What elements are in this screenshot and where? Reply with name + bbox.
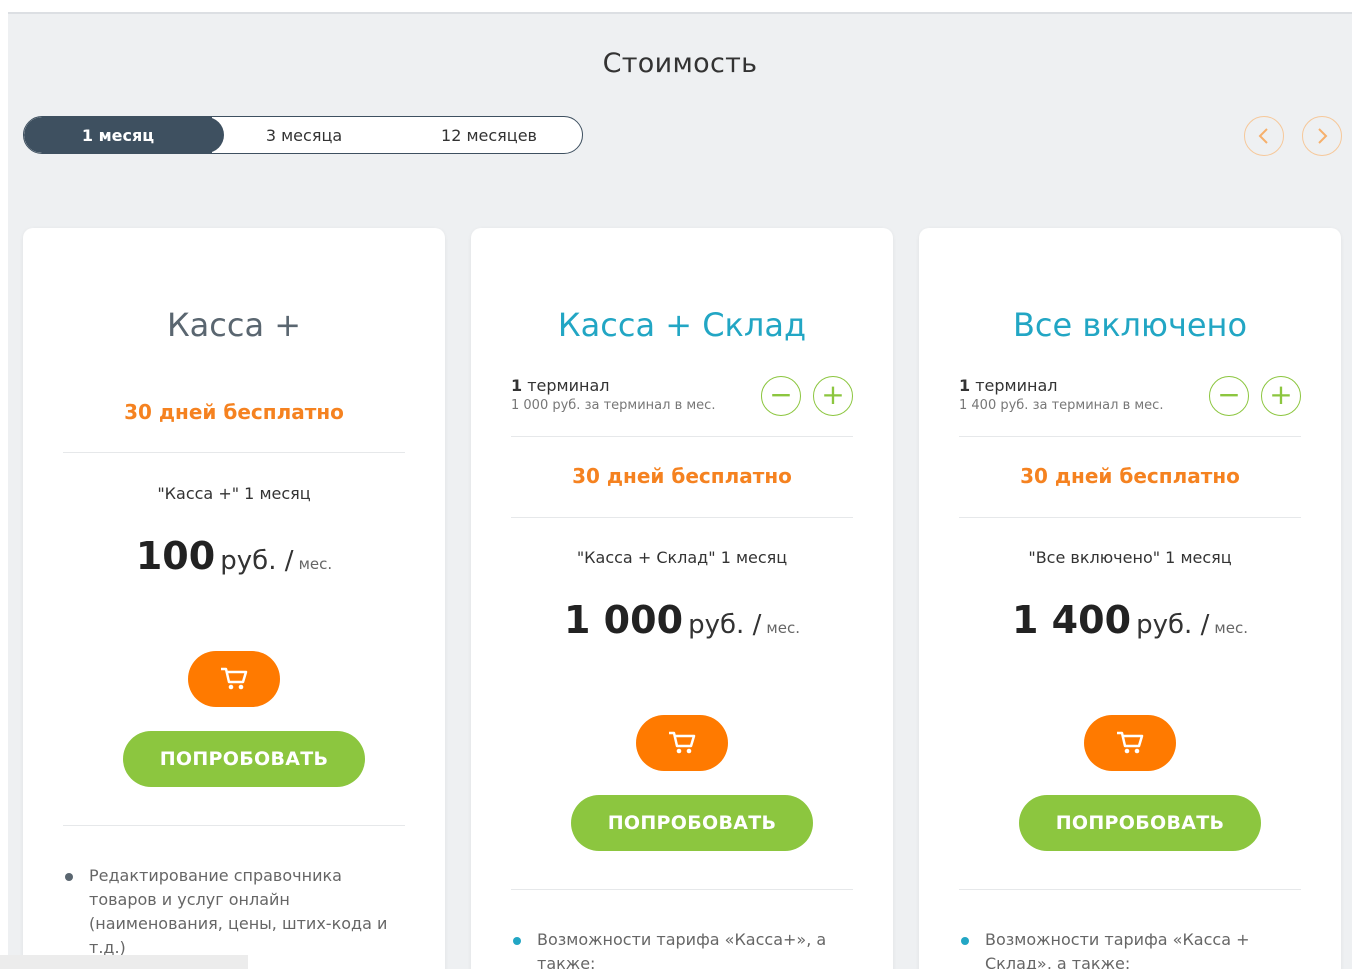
feature-text: Возможности тарифа «Касса+», а также: xyxy=(537,930,827,969)
terminal-selector: 1 терминал 1 400 руб. за терминал в мес.… xyxy=(959,374,1309,418)
plan-card-all-inclusive: Все включено 1 терминал 1 400 руб. за те… xyxy=(919,228,1341,969)
divider xyxy=(511,889,853,890)
bottom-strip xyxy=(0,955,248,969)
price-period: мес. xyxy=(1214,619,1248,637)
feature-text: Возможности тарифа «Касса + Склад», а та… xyxy=(985,930,1250,969)
price-amount: 1 000 xyxy=(564,598,684,642)
try-button[interactable]: ПОПРОБОВАТЬ xyxy=(1019,795,1261,851)
bullet-icon xyxy=(961,937,969,945)
cart-icon xyxy=(221,667,248,690)
try-button[interactable]: ПОПРОБОВАТЬ xyxy=(571,795,813,851)
price: 1 000 руб. / мес. xyxy=(471,598,893,642)
plan-title: Все включено xyxy=(1012,306,1248,344)
add-to-cart-button[interactable] xyxy=(636,715,728,771)
terminal-price: 1 400 руб. за терминал в мес. xyxy=(959,398,1164,413)
divider xyxy=(63,825,405,826)
bullet-icon xyxy=(513,937,521,945)
plan-title: Касса + Склад xyxy=(557,306,807,344)
increase-terminals-button[interactable]: + xyxy=(813,376,853,416)
free-trial-label: 30 дней бесплатно xyxy=(572,464,792,488)
price: 100 руб. / мес. xyxy=(23,534,445,578)
period-tab-label: 1 месяц xyxy=(81,125,155,145)
plan-title: Касса + xyxy=(166,306,302,344)
divider xyxy=(511,517,853,518)
next-button[interactable] xyxy=(1302,116,1342,156)
feature-item: Возможности тарифа «Касса + Склад», а та… xyxy=(959,928,1299,969)
decrease-terminals-button[interactable]: − xyxy=(761,376,801,416)
price-amount: 1 400 xyxy=(1012,598,1132,642)
price-currency: руб. / xyxy=(220,546,294,576)
price-amount: 100 xyxy=(135,534,216,578)
free-trial-label: 30 дней бесплатно xyxy=(124,400,344,424)
period-switcher: 1 месяц 3 месяца 12 месяцев xyxy=(23,116,583,154)
terminal-count: 1 терминал xyxy=(511,376,610,395)
free-trial-label: 30 дней бесплатно xyxy=(1020,464,1240,488)
terminal-selector: 1 терминал 1 000 руб. за терминал в мес.… xyxy=(511,374,861,418)
chevron-right-icon xyxy=(1318,128,1328,144)
plan-description: "Касса +" 1 месяц xyxy=(157,484,311,503)
price: 1 400 руб. / мес. xyxy=(919,598,1341,642)
plan-card-kassa: Касса + 30 дней бесплатно "Касса +" 1 ме… xyxy=(23,228,445,969)
cart-icon xyxy=(1117,731,1144,754)
price-currency: руб. / xyxy=(1136,610,1210,640)
plan-description: "Все включено" 1 месяц xyxy=(1028,548,1232,567)
add-to-cart-button[interactable] xyxy=(1084,715,1176,771)
add-to-cart-button[interactable] xyxy=(188,651,280,707)
divider xyxy=(511,436,853,437)
page-title: Стоимость xyxy=(602,48,758,79)
plan-card-kassa-sklad: Касса + Склад 1 терминал 1 000 руб. за т… xyxy=(471,228,893,969)
price-currency: руб. / xyxy=(688,610,762,640)
price-period: мес. xyxy=(766,619,800,637)
plan-description: "Касса + Склад" 1 месяц xyxy=(576,548,788,567)
terminal-count: 1 терминал xyxy=(959,376,1058,395)
period-tab-12-months[interactable]: 12 месяцев xyxy=(409,117,569,153)
feature-item: Возможности тарифа «Касса+», а также: xyxy=(511,928,851,969)
feature-item: Редактирование справочника товаров и усл… xyxy=(63,864,403,960)
decrease-terminals-button[interactable]: − xyxy=(1209,376,1249,416)
feature-text: Редактирование справочника товаров и усл… xyxy=(89,866,388,957)
price-period: мес. xyxy=(298,555,333,573)
prev-button[interactable] xyxy=(1244,116,1284,156)
pricing-section: Стоимость 1 месяц 3 месяца 12 месяцев Ка… xyxy=(8,12,1352,969)
try-button[interactable]: ПОПРОБОВАТЬ xyxy=(123,731,365,787)
divider xyxy=(959,436,1301,437)
bullet-icon xyxy=(65,873,73,881)
divider xyxy=(959,517,1301,518)
period-tab-1-month[interactable]: 1 месяц xyxy=(24,117,224,153)
increase-terminals-button[interactable]: + xyxy=(1261,376,1301,416)
cart-icon xyxy=(669,731,696,754)
divider xyxy=(959,889,1301,890)
divider xyxy=(63,452,405,453)
terminal-price: 1 000 руб. за терминал в мес. xyxy=(511,398,716,413)
chevron-left-icon xyxy=(1258,128,1268,144)
period-tab-3-months[interactable]: 3 месяца xyxy=(234,117,374,153)
